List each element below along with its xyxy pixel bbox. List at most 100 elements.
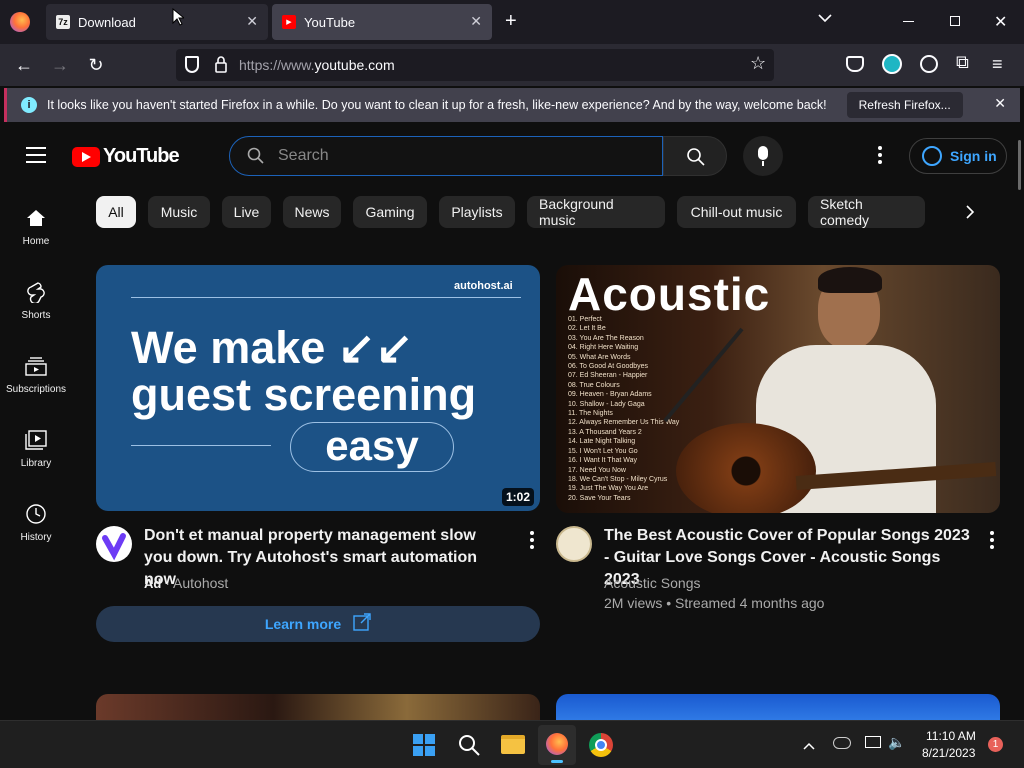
track: 02. Let It Be [568, 325, 606, 333]
video-menu-icon[interactable] [530, 531, 534, 549]
video-thumbnail[interactable] [556, 694, 1000, 720]
chip-music[interactable]: Music [148, 196, 210, 228]
url-text[interactable]: https://www.youtube.com [239, 57, 395, 73]
search-box[interactable]: Search [229, 136, 663, 176]
channel-avatar[interactable] [96, 526, 132, 562]
sidebar-item-history[interactable]: History [0, 502, 72, 543]
page-scrollbar[interactable] [1018, 140, 1021, 190]
thumbnail-rule [131, 297, 521, 298]
forward-icon[interactable]: → [47, 53, 73, 77]
onedrive-icon[interactable] [833, 737, 851, 749]
firefox-icon [546, 733, 568, 755]
file-explorer-icon[interactable] [501, 735, 525, 754]
url-host: youtube.com [314, 57, 395, 73]
track: 05. What Are Words [568, 353, 631, 361]
url-scheme: https://www. [239, 57, 315, 73]
sidebar-item-subscriptions[interactable]: Subscriptions [0, 354, 72, 395]
chip-live[interactable]: Live [222, 196, 271, 228]
info-icon: i [21, 97, 37, 113]
show-hidden-icons-icon[interactable] [803, 738, 815, 756]
video-menu-icon[interactable] [990, 531, 994, 549]
separator-dot: · [165, 575, 174, 591]
tab-youtube[interactable]: ▶ YouTube ✕ [272, 4, 492, 40]
chrome-icon[interactable] [589, 733, 613, 757]
video-thumbnail[interactable]: autohost.ai We make ↙↙ guest screening e… [96, 265, 540, 511]
thumbnail-arrow [131, 445, 271, 446]
notification-badge[interactable]: 1 [988, 737, 1003, 752]
mouse-cursor-icon [172, 7, 186, 31]
extension-icon[interactable] [882, 54, 902, 74]
youtube-logo[interactable]: YouTube [72, 145, 180, 168]
sidebar-label: History [20, 532, 52, 543]
sign-in-label: Sign in [950, 148, 997, 164]
sidebar-item-shorts[interactable]: Shorts [0, 280, 72, 321]
clock-time[interactable]: 11:10 AM [926, 729, 976, 743]
new-tab-icon[interactable]: + [505, 10, 517, 33]
lock-icon[interactable] [215, 55, 227, 73]
firefox-taskbar-button[interactable] [538, 725, 576, 765]
firefox-notification-bar: i It looks like you haven't started Fire… [4, 88, 1020, 122]
video-thumbnail[interactable]: Acoustic 01. Perfect 02. Let It Be 03. Y… [556, 265, 1000, 513]
chip-news[interactable]: News [283, 196, 341, 228]
sidebar-item-library[interactable]: Library [0, 428, 72, 469]
list-tabs-icon[interactable] [817, 10, 833, 26]
sidebar-label: Library [20, 458, 52, 469]
firefox-menu-icon[interactable] [10, 12, 30, 32]
restore-icon[interactable] [950, 16, 960, 26]
tab-bar: 7z Download ✕ ▶ YouTube ✕ + ✕ [0, 0, 1024, 44]
home-icon [24, 206, 48, 230]
chip-playlists[interactable]: Playlists [439, 196, 515, 228]
guide-menu-icon[interactable] [26, 147, 46, 163]
network-icon[interactable] [865, 736, 881, 748]
thumbnail-line: We make [131, 322, 326, 373]
clock-date[interactable]: 8/21/2023 [922, 746, 975, 760]
extensions-puzzle-icon[interactable]: ⧉ [956, 52, 969, 73]
track: 03. You Are The Reason [568, 334, 644, 342]
chips-next-icon[interactable] [962, 202, 978, 227]
pocket-icon[interactable] [846, 56, 864, 72]
channel-name[interactable]: Acoustic Songs [604, 575, 701, 591]
bookmark-star-icon[interactable]: ☆ [750, 53, 766, 74]
search-button[interactable] [663, 136, 727, 176]
refresh-firefox-button[interactable]: Refresh Firefox... [846, 92, 963, 118]
search-icon[interactable] [457, 733, 481, 762]
reload-icon[interactable]: ↻ [83, 53, 109, 77]
back-icon[interactable]: ← [11, 53, 37, 77]
close-tab-icon[interactable]: ✕ [246, 13, 258, 30]
track: 14. Late Night Talking [568, 438, 636, 446]
thumbnail-brand: autohost.ai [454, 280, 513, 292]
shield-icon[interactable] [185, 56, 199, 73]
chip-all[interactable]: All [96, 196, 136, 228]
channel-name[interactable]: Autohost [173, 575, 228, 591]
account-icon[interactable] [920, 55, 938, 73]
youtube-page: YouTube Search Sign in All Music Live Ne… [0, 126, 1024, 720]
tab-download[interactable]: 7z Download ✕ [46, 4, 268, 40]
sidebar-item-home[interactable]: Home [0, 206, 72, 247]
chip-background-music[interactable]: Background music [527, 196, 665, 228]
library-icon [24, 428, 48, 452]
voice-search-button[interactable] [743, 136, 783, 176]
close-tab-icon[interactable]: ✕ [470, 13, 482, 30]
hamburger-menu-icon[interactable]: ≡ [992, 54, 1003, 75]
sign-in-button[interactable]: Sign in [909, 138, 1007, 174]
track: 01. Perfect [568, 316, 602, 323]
track: 10. Shallow - Lady Gaga [568, 400, 645, 408]
video-thumbnail[interactable] [96, 694, 540, 720]
track: 13. A Thousand Years 2 [568, 428, 642, 436]
notification-message: It looks like you haven't started Firefo… [47, 98, 827, 112]
chip-sketch-comedy[interactable]: Sketch comedy [808, 196, 925, 228]
url-bar[interactable]: https://www.youtube.com ☆ [176, 49, 774, 81]
windows-start-icon[interactable] [413, 734, 435, 756]
thumbnail-title: Acoustic [568, 268, 771, 320]
user-avatar-icon [922, 146, 942, 166]
channel-avatar[interactable] [556, 526, 592, 562]
chip-chill-out-music[interactable]: Chill-out music [677, 196, 796, 228]
chip-gaming[interactable]: Gaming [353, 196, 427, 228]
volume-icon[interactable]: 🔈 [888, 734, 905, 751]
learn-more-button[interactable]: Learn more [96, 606, 540, 642]
minimize-icon[interactable] [903, 21, 914, 22]
search-input[interactable]: Search [278, 147, 329, 165]
window-close-icon[interactable]: ✕ [994, 12, 1007, 32]
more-options-icon[interactable] [878, 146, 882, 164]
close-notification-icon[interactable]: ✕ [994, 95, 1006, 112]
